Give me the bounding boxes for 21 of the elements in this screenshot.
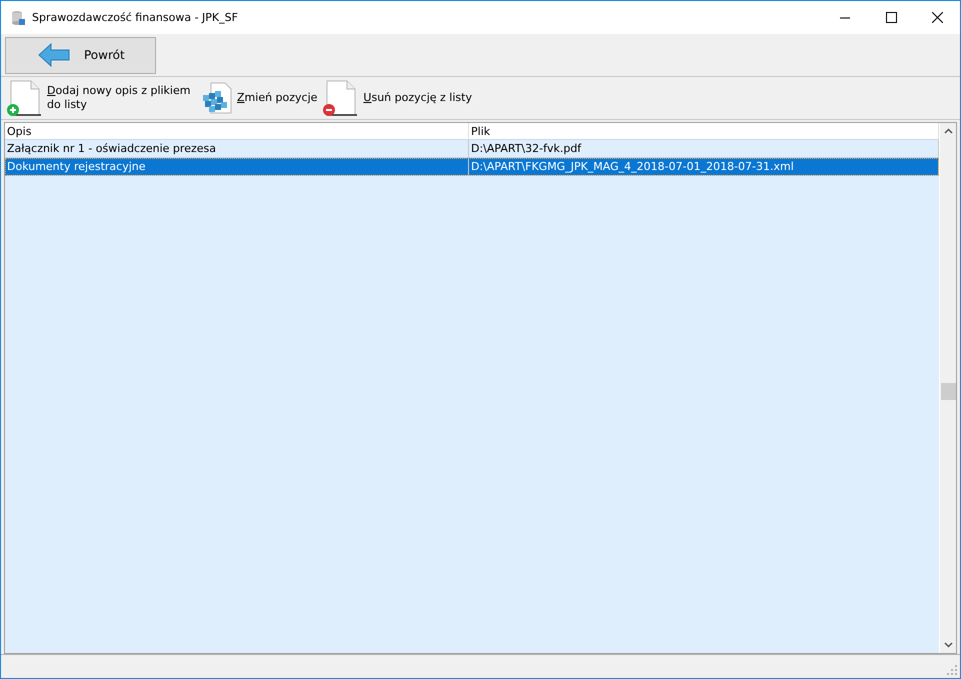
blocks-document-icon bbox=[201, 81, 233, 115]
window-title: Sprawozdawczość finansowa - JPK_SF bbox=[32, 11, 239, 24]
app-icon bbox=[10, 10, 26, 26]
scrollbar[interactable] bbox=[939, 123, 956, 653]
resize-grip-icon[interactable] bbox=[947, 665, 957, 675]
toolbar-button[interactable]: Dodaj nowy opis z plikiem do listy bbox=[5, 79, 197, 117]
table-cell: D:\APART\FKGMG_JPK_MAG_4_2018-07-01_2018-07-31.xml bbox=[469, 158, 939, 176]
maximize-icon bbox=[886, 12, 896, 23]
add-document-icon bbox=[5, 79, 43, 117]
scroll-thumb[interactable] bbox=[941, 383, 956, 400]
scroll-down-icon[interactable] bbox=[944, 642, 952, 648]
table-cell: Dokumenty rejestracyjne bbox=[5, 158, 469, 176]
remove-document-icon bbox=[321, 79, 360, 117]
toolbar-button[interactable]: Zmień pozycje bbox=[201, 81, 318, 115]
scroll-up-icon[interactable] bbox=[944, 128, 952, 134]
left-arrow-icon bbox=[38, 43, 70, 67]
toolbar-button[interactable]: Usuń pozycję z listy bbox=[321, 79, 472, 117]
close-icon bbox=[932, 12, 942, 23]
back-button[interactable]: Powrót bbox=[5, 36, 156, 74]
table-row[interactable]: Załącznik nr 1 - oświadczenie prezesa D:\APART\32-fvk.pdf bbox=[5, 140, 939, 158]
table-row[interactable]: Dokumenty rejestracyjne D:\APART\FKGMG_JPK_MAG_4_2018-07-01_2018-07-31.xml bbox=[5, 158, 939, 176]
